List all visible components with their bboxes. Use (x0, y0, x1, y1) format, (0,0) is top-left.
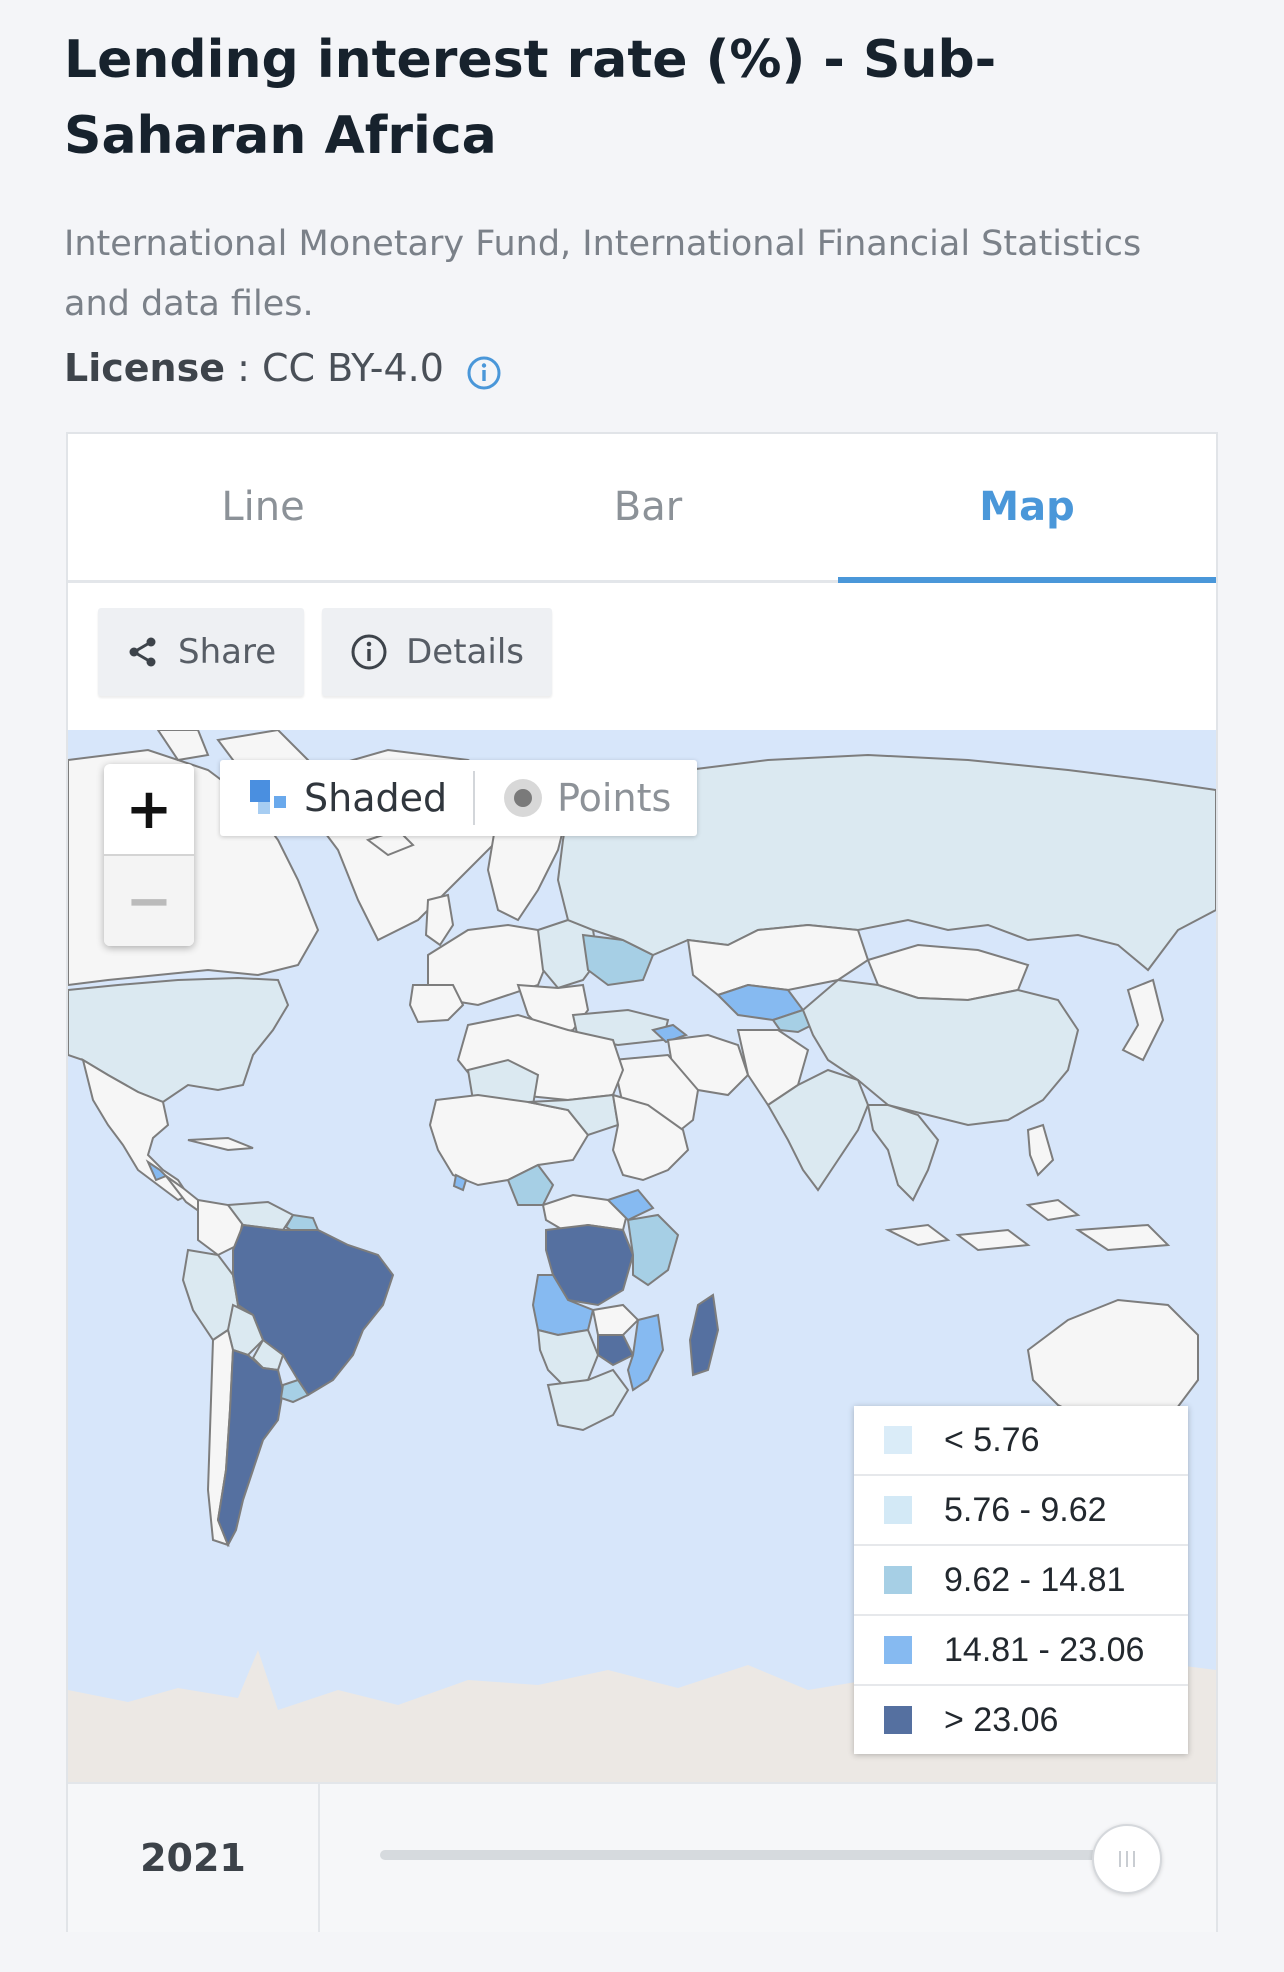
region-malawi-zimbabwe (597, 1334, 635, 1367)
slider-handle[interactable] (1092, 1824, 1162, 1894)
legend-swatch (884, 1636, 912, 1664)
region-indonesia (884, 1198, 1171, 1252)
license-line: License : CC BY-4.0 (64, 340, 502, 396)
map-legend: < 5.76 5.76 - 9.62 9.62 - 14.81 14.81 - … (854, 1406, 1188, 1754)
world-map[interactable]: + − Shaded Points < 5.76 5.76 - 9.62 9.6… (68, 730, 1216, 1782)
license-value: CC BY-4.0 (261, 346, 444, 390)
mode-shaded-label: Shaded (304, 776, 448, 820)
zoom-control: + − (104, 764, 194, 946)
legend-item: 14.81 - 23.06 (854, 1616, 1188, 1686)
region-philippines (1026, 1123, 1055, 1177)
year-slider[interactable] (320, 1784, 1216, 1932)
chart-card: Line Bar Map Share Details + − Shaded Po… (66, 432, 1218, 1932)
region-madagascar (688, 1293, 720, 1377)
legend-item: 9.62 - 14.81 (854, 1546, 1188, 1616)
legend-label: 14.81 - 23.06 (944, 1630, 1145, 1669)
share-icon (129, 637, 156, 667)
license-separator: : (224, 346, 262, 390)
tab-bar[interactable]: Bar (458, 434, 838, 580)
page-title: Lending interest rate (%) - Sub-Saharan … (64, 30, 997, 166)
legend-swatch (884, 1566, 912, 1594)
details-label: Details (406, 632, 524, 672)
zoom-in-button[interactable]: + (104, 764, 194, 856)
legend-item: 5.76 - 9.62 (854, 1476, 1188, 1546)
share-label: Share (178, 632, 277, 672)
year-timeline: 2021 (68, 1782, 1216, 1932)
points-icon (504, 779, 543, 817)
legend-swatch (884, 1426, 912, 1454)
region-kenya-tanzania (626, 1213, 680, 1287)
legend-label: 5.76 - 9.62 (944, 1490, 1107, 1529)
region-cuba (187, 1136, 254, 1152)
grip-icon (1119, 1851, 1135, 1867)
legend-item: < 5.76 (854, 1406, 1188, 1476)
legend-label: < 5.76 (944, 1420, 1040, 1459)
tab-line[interactable]: Line (68, 434, 458, 580)
legend-item: > 23.06 (854, 1686, 1188, 1754)
info-icon (351, 634, 387, 670)
region-se-asia (866, 1104, 940, 1202)
region-iberia (408, 984, 465, 1024)
legend-label: > 23.06 (944, 1700, 1059, 1739)
region-namibia-botswana (536, 1328, 600, 1387)
details-button[interactable]: Details (322, 608, 552, 696)
mode-points-option[interactable]: Points (475, 760, 697, 836)
region-japan (1121, 978, 1165, 1062)
region-mozambique (626, 1313, 665, 1392)
tab-map[interactable]: Map (838, 434, 1216, 583)
source-text: International Monetary Fund, Internation… (64, 224, 1142, 324)
region-zambia (591, 1303, 640, 1336)
legend-swatch (884, 1496, 912, 1524)
legend-label: 9.62 - 14.81 (944, 1560, 1126, 1599)
map-mode-toggle: Shaded Points (220, 760, 698, 836)
mode-shaded-option[interactable]: Shaded (220, 760, 473, 836)
region-uk (424, 893, 455, 947)
shaded-icon (250, 780, 286, 814)
mode-points-label: Points (557, 776, 672, 820)
info-icon[interactable] (466, 350, 502, 390)
toolbar: Share Details (98, 608, 552, 696)
view-tabs: Line Bar Map (68, 434, 1216, 583)
zoom-out-button[interactable]: − (104, 856, 194, 946)
selected-year: 2021 (68, 1784, 320, 1932)
share-button[interactable]: Share (98, 608, 305, 696)
slider-track[interactable] (380, 1850, 1120, 1860)
license-label: License (64, 346, 225, 390)
legend-swatch (884, 1706, 912, 1734)
